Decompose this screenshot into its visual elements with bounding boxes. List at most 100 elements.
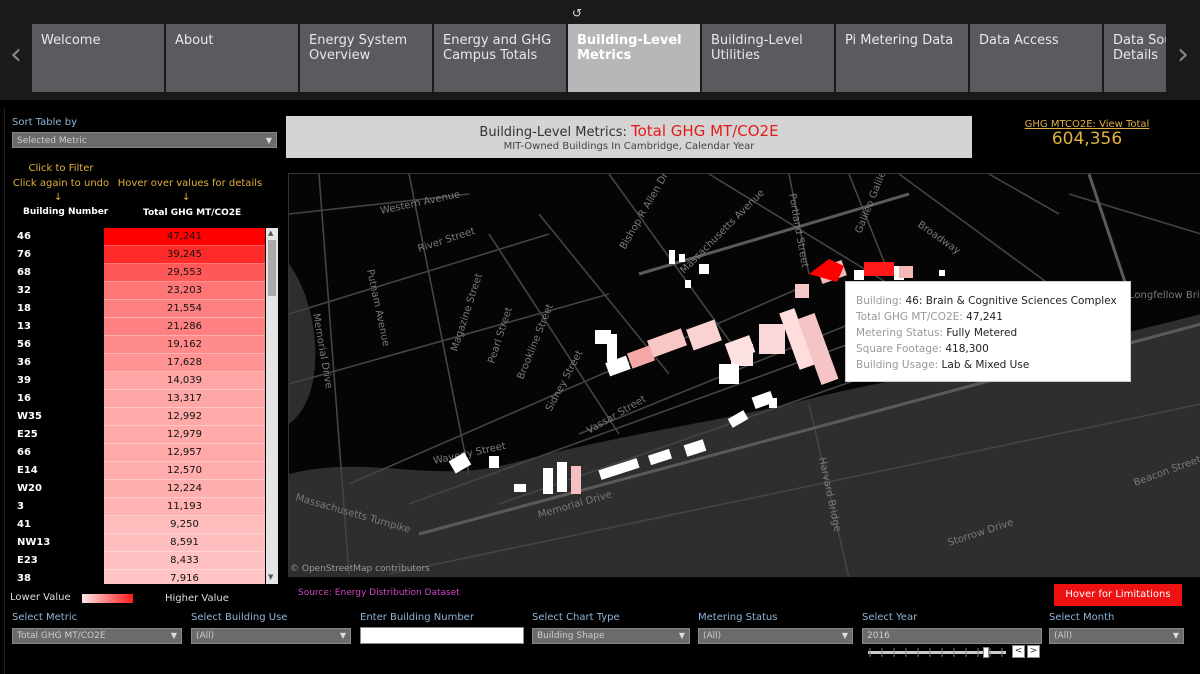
table-row[interactable]: 39 14,039 bbox=[12, 372, 265, 390]
building-number[interactable]: 38 bbox=[17, 573, 31, 584]
table-row[interactable]: 56 19,162 bbox=[12, 336, 265, 354]
table-scrollbar[interactable]: ▲ ▼ bbox=[266, 228, 278, 584]
building-number[interactable]: 41 bbox=[17, 519, 31, 530]
hover-limitations-button[interactable]: Hover for Limitations bbox=[1054, 584, 1182, 606]
metric-value-cell[interactable]: 29,553 bbox=[104, 264, 265, 282]
building-number[interactable]: 16 bbox=[17, 393, 31, 404]
building-number[interactable]: 39 bbox=[17, 375, 31, 386]
scroll-up-icon[interactable]: ▲ bbox=[268, 229, 273, 237]
year-slider[interactable] bbox=[868, 647, 1006, 658]
filter-chart-type-select[interactable]: Building Shape ▼ bbox=[532, 628, 690, 644]
table-row[interactable]: 38 7,916 bbox=[12, 570, 265, 584]
building-number[interactable]: E14 bbox=[17, 465, 38, 476]
column-header-building[interactable]: Building Number bbox=[23, 207, 108, 217]
building-number-input[interactable] bbox=[360, 627, 524, 644]
metric-value-cell[interactable]: 17,628 bbox=[104, 354, 265, 372]
tab-data-access[interactable]: Data Access bbox=[970, 24, 1102, 92]
building-shape bbox=[699, 264, 709, 274]
building-number[interactable]: W20 bbox=[17, 483, 42, 494]
building-number[interactable]: 68 bbox=[17, 267, 31, 278]
table-row[interactable]: 46 47,241 bbox=[12, 228, 265, 246]
metric-value-cell[interactable]: 12,992 bbox=[104, 408, 265, 426]
filter-year-field[interactable]: 2016 bbox=[862, 628, 1042, 644]
table-row[interactable]: E25 12,979 bbox=[12, 426, 265, 444]
street-galileo-galilei: Galileo Galilei bbox=[854, 174, 890, 235]
tab-about[interactable]: About bbox=[166, 24, 298, 92]
column-header-metric[interactable]: Total GHG MT/CO2E bbox=[143, 208, 241, 218]
previous-tab-icon[interactable]: ‹ bbox=[6, 40, 26, 70]
year-prev-button[interactable]: < bbox=[1012, 645, 1025, 658]
metric-value-cell[interactable]: 13,317 bbox=[104, 390, 265, 408]
metric-value-cell[interactable]: 14,039 bbox=[104, 372, 265, 390]
metric-value-cell[interactable]: 8,433 bbox=[104, 552, 265, 570]
building-shape bbox=[626, 345, 656, 369]
table-row[interactable]: NW13 8,591 bbox=[12, 534, 265, 552]
metric-value-cell[interactable]: 9,250 bbox=[104, 516, 265, 534]
building-number[interactable]: E25 bbox=[17, 429, 38, 440]
tab-data-source-details[interactable]: Data Source Details bbox=[1104, 24, 1166, 92]
building-number[interactable]: 18 bbox=[17, 303, 31, 314]
building-number[interactable]: 3 bbox=[17, 501, 24, 512]
sort-select[interactable]: Selected Metric ▼ bbox=[12, 132, 277, 148]
table-row[interactable]: 66 12,957 bbox=[12, 444, 265, 462]
building-number[interactable]: W35 bbox=[17, 411, 42, 422]
tab-energy-system-overview[interactable]: Energy System Overview bbox=[300, 24, 432, 92]
filter-metering-select[interactable]: (All) ▼ bbox=[698, 628, 853, 644]
tab-energy-ghg-campus-totals[interactable]: Energy and GHG Campus Totals bbox=[434, 24, 566, 92]
building-number[interactable]: 13 bbox=[17, 321, 31, 332]
building-shape bbox=[759, 324, 785, 354]
next-tab-icon[interactable]: › bbox=[1173, 40, 1193, 70]
metric-value-cell[interactable]: 12,570 bbox=[104, 462, 265, 480]
metric-value-cell[interactable]: 19,162 bbox=[104, 336, 265, 354]
metric-value-cell[interactable]: 12,224 bbox=[104, 480, 265, 498]
chevron-down-icon: ▼ bbox=[339, 631, 346, 640]
table-row[interactable]: 36 17,628 bbox=[12, 354, 265, 372]
filter-metric-select[interactable]: Total GHG MT/CO2E ▼ bbox=[12, 628, 182, 644]
reload-icon[interactable]: ↺ bbox=[572, 6, 584, 20]
building-number[interactable]: 56 bbox=[17, 339, 31, 350]
table-row[interactable]: 16 13,317 bbox=[12, 390, 265, 408]
scroll-thumb[interactable] bbox=[268, 240, 276, 296]
table-row[interactable]: 76 39,245 bbox=[12, 246, 265, 264]
hover-arrow-icon: ↓ bbox=[182, 192, 191, 203]
metric-value-cell[interactable]: 21,554 bbox=[104, 300, 265, 318]
metric-value-cell[interactable]: 23,203 bbox=[104, 282, 265, 300]
building-number[interactable]: 36 bbox=[17, 357, 31, 368]
metric-value-cell[interactable]: 47,241 bbox=[104, 228, 265, 246]
metric-value-cell[interactable]: 12,957 bbox=[104, 444, 265, 462]
tab-pi-metering-data[interactable]: Pi Metering Data bbox=[836, 24, 968, 92]
tab-welcome[interactable]: Welcome bbox=[32, 24, 164, 92]
building-number[interactable]: NW13 bbox=[17, 537, 50, 548]
filter-month-select[interactable]: (All) ▼ bbox=[1049, 628, 1184, 644]
tab-building-level-utilities[interactable]: Building-Level Utilities bbox=[702, 24, 834, 92]
metric-value-cell[interactable]: 39,245 bbox=[104, 246, 265, 264]
metric-value-cell[interactable]: 12,979 bbox=[104, 426, 265, 444]
table-row[interactable]: 13 21,286 bbox=[12, 318, 265, 336]
table-row[interactable]: 18 21,554 bbox=[12, 300, 265, 318]
year-next-button[interactable]: > bbox=[1027, 645, 1040, 658]
table-row[interactable]: 32 23,203 bbox=[12, 282, 265, 300]
filter-building-use-select[interactable]: (All) ▼ bbox=[191, 628, 351, 644]
map-attribution[interactable]: © OpenStreetMap contributors bbox=[290, 564, 430, 574]
table-row[interactable]: W20 12,224 bbox=[12, 480, 265, 498]
building-number[interactable]: E23 bbox=[17, 555, 38, 566]
year-slider-handle[interactable] bbox=[983, 647, 989, 658]
table-row[interactable]: E14 12,570 bbox=[12, 462, 265, 480]
metric-value-cell[interactable]: 11,193 bbox=[104, 498, 265, 516]
metric-value-cell[interactable]: 7,916 bbox=[104, 570, 265, 584]
table-row[interactable]: 3 11,193 bbox=[12, 498, 265, 516]
data-source-link[interactable]: Source: Energy Distribution Dataset bbox=[298, 588, 460, 598]
building-number[interactable]: 32 bbox=[17, 285, 31, 296]
table-row[interactable]: W35 12,992 bbox=[12, 408, 265, 426]
table-row[interactable]: E23 8,433 bbox=[12, 552, 265, 570]
table-row[interactable]: 41 9,250 bbox=[12, 516, 265, 534]
building-number[interactable]: 46 bbox=[17, 231, 31, 242]
street-river-street: River Street bbox=[417, 226, 477, 255]
table-row[interactable]: 68 29,553 bbox=[12, 264, 265, 282]
metric-value-cell[interactable]: 21,286 bbox=[104, 318, 265, 336]
scroll-down-icon[interactable]: ▼ bbox=[268, 573, 273, 581]
metric-value-cell[interactable]: 8,591 bbox=[104, 534, 265, 552]
building-number[interactable]: 76 bbox=[17, 249, 31, 260]
tab-building-level-metrics[interactable]: Building-Level Metrics bbox=[568, 24, 700, 92]
building-number[interactable]: 66 bbox=[17, 447, 31, 458]
